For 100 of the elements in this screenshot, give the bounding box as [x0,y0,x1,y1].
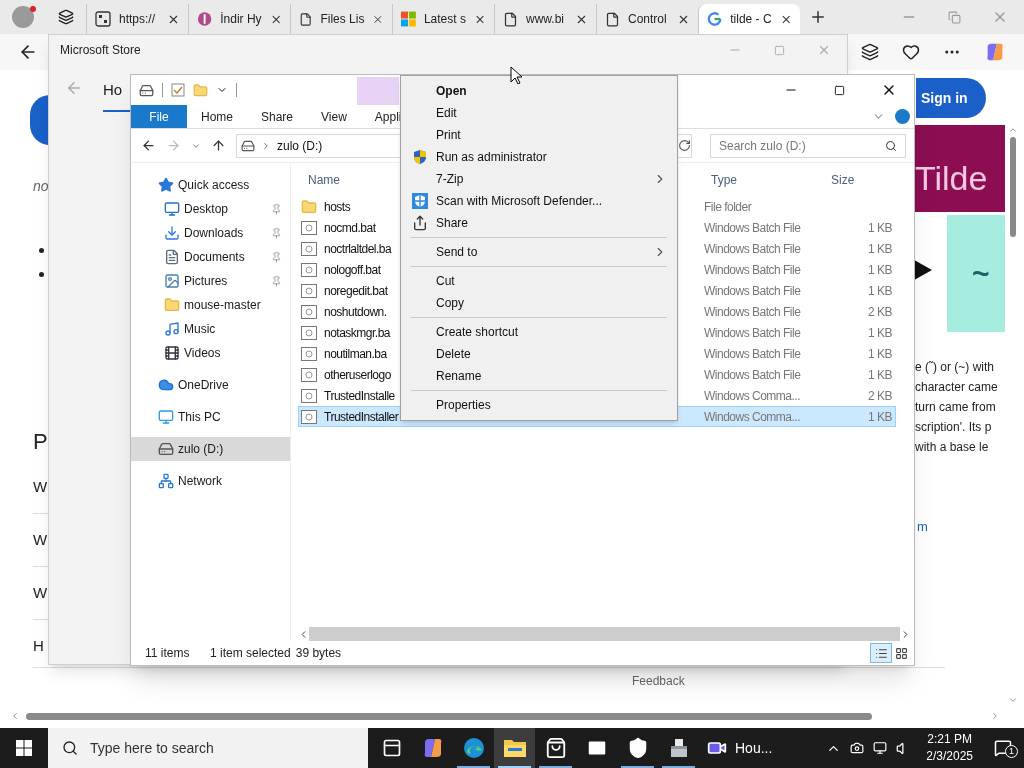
file-size: 1 KB [867,261,892,279]
tab-title: İndir Hy [220,11,262,28]
ribbon-tab[interactable]: File [131,105,187,128]
file-name[interactable]: noshutdown. [324,302,387,321]
clock[interactable]: 2:21 PM 2/3/2025 [920,731,979,765]
file-size: 1 KB [867,219,892,237]
menu-item[interactable]: Copy [403,292,675,314]
nav-item[interactable]: Network [131,469,290,493]
question-text: W [33,530,48,550]
tab-title: Files Lis [320,11,365,28]
menu-item[interactable]: Properties [403,394,675,416]
file-size: 1 KB [867,324,892,342]
file-name[interactable]: hosts [324,197,351,216]
tab-title: https:// [119,11,157,28]
date-text: 2/3/2025 [926,748,973,765]
nav-item[interactable]: Music [131,317,290,341]
file-type: File folder [704,198,753,216]
nav-item[interactable]: Pictures [131,269,290,293]
notification-button[interactable]: 1 [988,739,1018,757]
ribbon-tab[interactable]: Share [247,105,308,128]
status-text: 39 bytes [295,645,342,662]
page-text: no [33,177,49,196]
menu-item[interactable]: Rename [403,365,675,387]
menu-item[interactable]: Edit [403,102,675,124]
status-text: 11 items [145,645,191,662]
file-name[interactable]: TrustedInstalle [324,386,395,405]
file-size: 1 KB [867,366,892,384]
nav-item[interactable]: Videos [131,341,290,365]
question-text: W [33,583,48,603]
file-size: 1 KB [867,345,892,363]
file-type: Windows Batch File [704,345,802,363]
file-type: Windows Batch File [704,261,802,279]
article-link[interactable]: m [917,517,928,537]
file-type: Windows Batch File [704,324,802,342]
menu-item[interactable]: Share [403,212,675,234]
ribbon-tab[interactable]: Home [187,105,247,128]
ribbon-tab[interactable]: View [307,105,361,128]
nav-item[interactable]: Downloads [131,221,290,245]
file-size: 1 KB [867,408,892,426]
file-type: Windows Batch File [704,303,802,321]
file-name[interactable]: otheruserlogo [324,365,391,384]
menu-item[interactable]: Scan with Microsoft Defender... [403,190,675,212]
taskbar-search-field[interactable]: Type here to search [48,728,368,768]
notification-count: 1 [1005,745,1018,758]
sign-in-button[interactable]: Sign in [916,78,986,118]
taskbar-app-button[interactable]: Hou... [699,728,781,768]
file-size: 2 KB [867,303,892,321]
card-symbol: ~ [972,256,990,292]
browser-tab[interactable]: tilde - C [698,4,800,34]
article-line: character came [915,379,998,396]
menu-item[interactable]: Open [403,80,675,102]
article-line: scription'. Its p [915,419,993,436]
nav-item[interactable]: mouse-master [131,293,290,317]
tab-title: www.bi [526,11,565,28]
banner-title: Tilde [915,158,988,199]
window-title: Microsoft Store [60,42,142,59]
tab-title: tilde - C [730,11,772,28]
column-header[interactable]: Size [823,171,893,189]
question-text: W [33,477,48,497]
nav-item[interactable]: OneDrive [131,373,290,397]
menu-item[interactable]: Cut [403,270,675,292]
file-type: Windows Batch File [704,219,802,237]
file-name[interactable]: noutilman.ba [324,344,387,363]
file-name[interactable]: notaskmgr.ba [324,323,391,342]
menu-item[interactable]: Print [403,124,675,146]
address-text: zulo (D:) [277,137,323,155]
feedback-link[interactable]: Feedback [632,672,685,690]
file-type: Windows Comma... [704,408,802,426]
file-name[interactable]: nologoff.bat [324,260,381,279]
question-text: H [33,636,44,656]
tab-title: Control [628,11,668,28]
menu-item[interactable]: Create shortcut [403,321,675,343]
article-line: e (˜) or (~) with [915,359,995,376]
file-type: Windows Batch File [704,282,802,300]
tab-title: Latest s [423,11,466,28]
file-name[interactable]: noregedit.bat [324,281,388,300]
column-header[interactable]: Type [703,171,823,189]
menu-item[interactable]: Send to [403,241,675,263]
nav-item[interactable]: zulo (D:) [131,437,290,461]
file-size: 2 KB [867,387,892,405]
menu-item[interactable]: Run as administrator [403,146,675,168]
file-size: 1 KB [867,240,892,258]
file-type: Windows Comma... [704,387,802,405]
heading-text: P [33,428,48,456]
nav-item[interactable]: Documents [131,245,290,269]
nav-item[interactable]: Desktop [131,197,290,221]
search-field[interactable]: Search zulo (D:) [710,133,906,158]
file-size: 1 KB [867,282,892,300]
file-type: Windows Batch File [704,366,802,384]
status-text: 1 item selected [210,645,291,662]
nav-item[interactable]: This PC [131,405,290,429]
menu-item[interactable]: Delete [403,343,675,365]
time-text: 2:21 PM [927,731,972,748]
file-name[interactable]: noctrlaltdel.ba [324,239,392,258]
file-name[interactable]: nocmd.bat [324,218,376,237]
menu-item[interactable]: 7-Zip [403,168,675,190]
file-name[interactable]: TrustedInstaller [324,407,399,426]
article-line: turn came from [915,399,997,416]
file-type: Windows Batch File [704,240,802,258]
nav-item[interactable]: Quick access [131,173,290,197]
